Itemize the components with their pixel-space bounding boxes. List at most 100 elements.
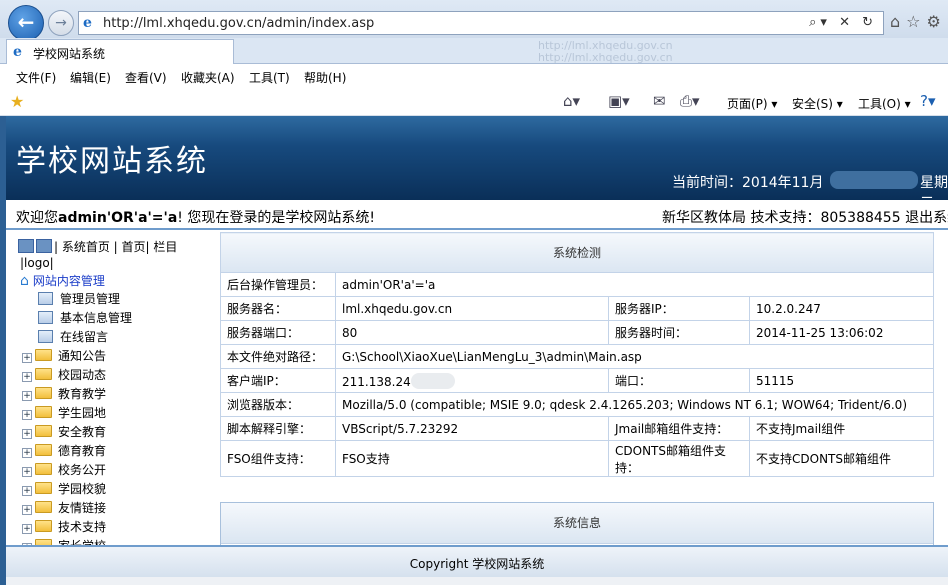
sidebar-folder[interactable]: + 教育教学 bbox=[22, 385, 106, 402]
welcome-right[interactable]: 新华区教体局 技术支持：805388455 退出系统 bbox=[662, 207, 948, 227]
expand-icon[interactable]: + bbox=[22, 448, 32, 458]
expand-icon[interactable]: + bbox=[22, 372, 32, 382]
expand-icon[interactable]: + bbox=[22, 505, 32, 515]
folder-icon bbox=[35, 406, 52, 418]
plus-icon[interactable] bbox=[36, 239, 52, 253]
sidebar-folder[interactable]: + 友情链接 bbox=[22, 499, 106, 516]
command-bar: ★ ⌂▾ ▣▾ ✉ ⎙▾ 页面(P) ▾ 安全(S) ▾ 工具(O) ▾ ?▾ bbox=[0, 88, 948, 116]
sidebar-item-label[interactable]: 管理员管理 bbox=[60, 292, 120, 306]
address-bar: ← → e http://lml.xhqedu.gov.cn/admin/ind… bbox=[0, 0, 948, 41]
sidebar-top-links[interactable]: | 系统首页 | 首页| 栏目 bbox=[18, 238, 177, 255]
client-ip-cell: 211.138.24 bbox=[335, 368, 609, 393]
welcome-prefix: 欢迎您 bbox=[16, 210, 58, 226]
redacted-ip bbox=[410, 372, 455, 389]
folder-icon bbox=[35, 349, 52, 361]
folder-icon bbox=[35, 425, 52, 437]
sidebar-folder-label[interactable]: 通知公告 bbox=[58, 349, 106, 363]
expand-icon[interactable]: + bbox=[22, 524, 32, 534]
home-icon[interactable]: ⌂▾ bbox=[563, 92, 580, 110]
port-label: 服务器端口： bbox=[220, 320, 336, 345]
sidebar-top-links-text[interactable]: | 系统首页 | 首页| 栏目 bbox=[54, 240, 177, 254]
server-ip-label: 服务器IP： bbox=[608, 296, 750, 321]
server-ip-value: 10.2.0.247 bbox=[749, 296, 934, 321]
folder-icon bbox=[35, 520, 52, 532]
sidebar-folder-label[interactable]: 学生园地 bbox=[58, 406, 106, 420]
server-time-label: 服务器时间： bbox=[608, 320, 750, 345]
sidebar-folder-label[interactable]: 技术支持 bbox=[58, 520, 106, 534]
expand-icon[interactable]: + bbox=[22, 467, 32, 477]
menu-help[interactable]: 帮助(H) bbox=[304, 69, 346, 86]
sidebar-item-admin[interactable]: 管理员管理 bbox=[38, 290, 120, 307]
menu-tools[interactable]: 工具(T) bbox=[249, 69, 290, 86]
sidebar-folder[interactable]: + 校园动态 bbox=[22, 366, 106, 383]
sidebar-root-label[interactable]: 网站内容管理 bbox=[33, 274, 105, 288]
sidebar-folder-label[interactable]: 学园校貌 bbox=[58, 482, 106, 496]
page-viewport: 学校网站系统 当前时间：2014年11月 星期二 欢迎您admin'OR'a'=… bbox=[0, 116, 948, 585]
tab-active[interactable]: e 学校网站系统 bbox=[6, 39, 234, 65]
sidebar-folder-label[interactable]: 校园动态 bbox=[58, 368, 106, 382]
help-icon[interactable]: ?▾ bbox=[920, 92, 936, 110]
menu-edit[interactable]: 编辑(E) bbox=[70, 69, 111, 86]
page-icon bbox=[38, 311, 53, 324]
sidebar-item-basic-info[interactable]: 基本信息管理 bbox=[38, 309, 132, 326]
menu-file[interactable]: 文件(F) bbox=[16, 69, 56, 86]
ghost-tabs: http://lml.xhqedu.gov.cn http://lml.xhqe… bbox=[528, 38, 948, 64]
mail-icon[interactable]: ✉ bbox=[653, 92, 666, 110]
sidebar-folder-label[interactable]: 安全教育 bbox=[58, 425, 106, 439]
star-plus-icon[interactable]: ★ bbox=[10, 93, 28, 111]
expand-icon[interactable]: + bbox=[22, 429, 32, 439]
sidebar-folder[interactable]: + 安全教育 bbox=[22, 423, 106, 440]
sidebar-root[interactable]: ⌂ 网站内容管理 bbox=[20, 272, 105, 289]
site-title: 学校网站系统 bbox=[16, 144, 208, 179]
menu-view[interactable]: 查看(V) bbox=[125, 69, 167, 86]
sidebar-folder[interactable]: + 学园校貌 bbox=[22, 480, 106, 497]
site-banner: 学校网站系统 当前时间：2014年11月 星期二 bbox=[6, 116, 948, 211]
path-value: G:\School\XiaoXue\LianMengLu_3\admin\Mai… bbox=[335, 344, 934, 369]
sidebar-divider bbox=[206, 232, 220, 545]
horizontal-scrollbar[interactable] bbox=[6, 577, 948, 585]
cdonts-label: CDONTS邮箱组件支持： bbox=[608, 440, 750, 477]
sidebar-folder[interactable]: + 校务公开 bbox=[22, 461, 106, 478]
rss-icon[interactable]: ▣▾ bbox=[608, 92, 630, 110]
sidebar-folder[interactable]: + 学生园地 bbox=[22, 404, 106, 421]
page-icon bbox=[38, 330, 53, 343]
welcome-text: 欢迎您admin'OR'a'='a! 您现在登录的是学校网站系统! bbox=[16, 207, 375, 227]
welcome-bar: 欢迎您admin'OR'a'='a! 您现在登录的是学校网站系统! 新华区教体局… bbox=[6, 200, 948, 230]
page-menu-button[interactable]: 页面(P) ▾ bbox=[727, 95, 777, 112]
home-favorites-settings-icons[interactable]: ⌂☆⚙ bbox=[890, 12, 947, 31]
system-check-table: 系统检测 后台操作管理员： admin'OR'a'='a 服务器名： lml.x… bbox=[220, 232, 934, 477]
grid-icon[interactable] bbox=[18, 239, 34, 253]
system-info-table: 系统信息 bbox=[220, 502, 934, 545]
forward-button[interactable]: → bbox=[48, 10, 74, 36]
copyright: Copyright 学校网站系统 bbox=[409, 557, 545, 571]
sidebar-item-messages[interactable]: 在线留言 bbox=[38, 328, 108, 345]
sidebar-folder-label[interactable]: 友情链接 bbox=[58, 501, 106, 515]
sidebar-item-label[interactable]: 在线留言 bbox=[60, 330, 108, 344]
sidebar-folder-label[interactable]: 德育教育 bbox=[58, 444, 106, 458]
expand-icon[interactable]: + bbox=[22, 391, 32, 401]
url-tools-icons[interactable]: ⌕▾ ✕ ↻ bbox=[809, 15, 877, 30]
script-engine-label: 脚本解释引擎： bbox=[220, 416, 336, 441]
sidebar-folder-label[interactable]: 教育教学 bbox=[58, 387, 106, 401]
path-label: 本文件绝对路径： bbox=[220, 344, 336, 369]
client-port-value: 51115 bbox=[749, 368, 934, 393]
expand-icon[interactable]: + bbox=[22, 353, 32, 363]
sidebar-logo-link[interactable]: |logo| bbox=[20, 256, 54, 270]
back-button[interactable]: ← bbox=[8, 5, 44, 41]
sidebar-folder[interactable]: + 德育教育 bbox=[22, 442, 106, 459]
sidebar-item-label[interactable]: 基本信息管理 bbox=[60, 311, 132, 325]
ie-icon: e bbox=[13, 44, 22, 60]
menu-favorites[interactable]: 收藏夹(A) bbox=[181, 69, 235, 86]
sidebar-folder[interactable]: + 技术支持 bbox=[22, 518, 106, 535]
safety-menu-button[interactable]: 安全(S) ▾ bbox=[792, 95, 843, 112]
script-engine-value: VBScript/5.7.23292 bbox=[335, 416, 609, 441]
admin-label: 后台操作管理员： bbox=[220, 272, 336, 297]
url-input[interactable]: e http://lml.xhqedu.gov.cn/admin/index.a… bbox=[78, 11, 884, 35]
expand-icon[interactable]: + bbox=[22, 410, 32, 420]
printer-icon[interactable]: ⎙▾ bbox=[680, 92, 700, 110]
sidebar-folder[interactable]: + 通知公告 bbox=[22, 347, 106, 364]
tools-menu-button[interactable]: 工具(O) ▾ bbox=[858, 95, 911, 112]
sidebar-folder-label[interactable]: 校务公开 bbox=[58, 463, 106, 477]
tab-title: 学校网站系统 bbox=[33, 47, 106, 61]
expand-icon[interactable]: + bbox=[22, 486, 32, 496]
